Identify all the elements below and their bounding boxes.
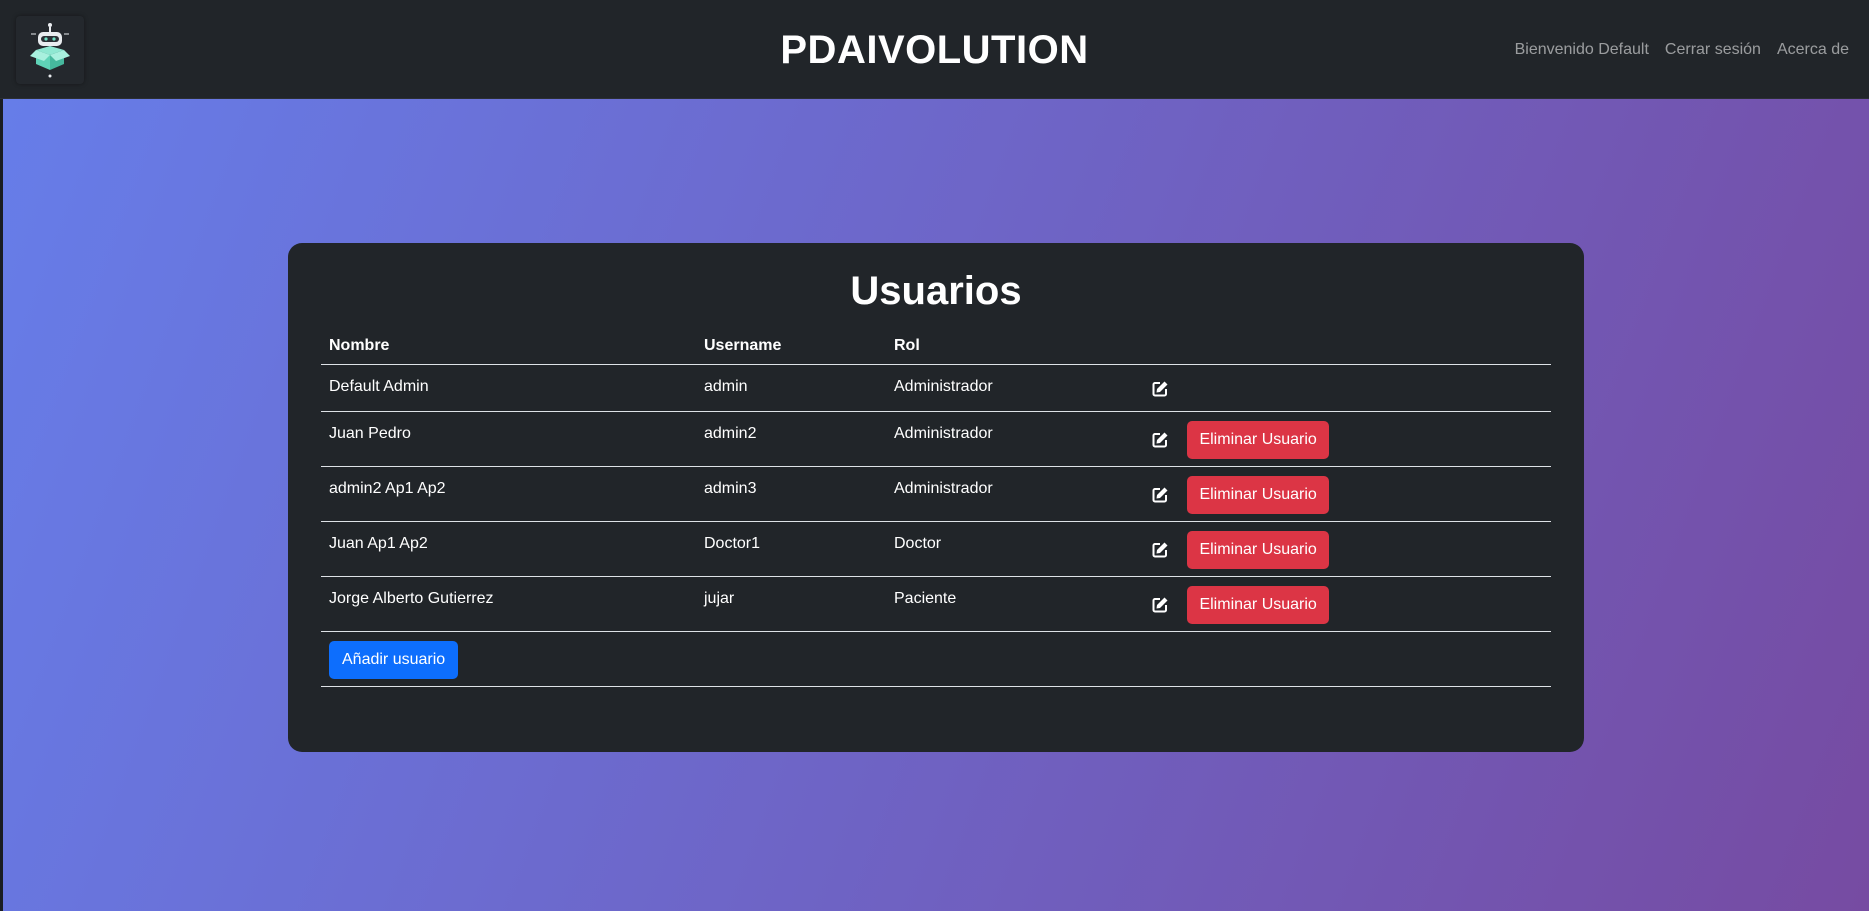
cell-rol: Administrador <box>886 466 1141 522</box>
cell-actions <box>1141 364 1551 412</box>
delete-user-button[interactable]: Eliminar Usuario <box>1187 420 1329 459</box>
column-header-rol: Rol <box>886 329 1141 365</box>
cell-nombre: admin2 Ap1 Ap2 <box>321 466 696 522</box>
edit-icon[interactable] <box>1151 486 1169 509</box>
cell-actions: Eliminar Usuario <box>1141 466 1551 522</box>
table-header: Nombre Username Rol <box>321 329 1551 365</box>
cell-actions: Eliminar Usuario <box>1141 411 1551 467</box>
cell-rol: Paciente <box>886 576 1141 632</box>
cell-nombre: Juan Ap1 Ap2 <box>321 521 696 577</box>
table-row: Default Admin admin Administrador <box>321 364 1551 412</box>
table-row: admin2 Ap1 Ap2 admin3 Administrador Elim… <box>321 466 1551 522</box>
edit-icon[interactable] <box>1151 431 1169 454</box>
nav-links: Bienvenido Default Cerrar sesión Acerca … <box>1515 41 1849 59</box>
cell-nombre: Default Admin <box>321 364 696 412</box>
column-header-nombre: Nombre <box>321 329 696 365</box>
cell-username: admin <box>696 364 886 412</box>
cell-actions: Eliminar Usuario <box>1141 521 1551 577</box>
cell-nombre: Jorge Alberto Gutierrez <box>321 576 696 632</box>
users-table: Nombre Username Rol Default Admin admin … <box>321 329 1551 687</box>
delete-user-button[interactable]: Eliminar Usuario <box>1187 585 1329 624</box>
cell-rol: Doctor <box>886 521 1141 577</box>
cell-username: admin2 <box>696 411 886 467</box>
cell-username: jujar <box>696 576 886 632</box>
logout-link[interactable]: Cerrar sesión <box>1665 41 1761 59</box>
table-row: Jorge Alberto Gutierrez jujar Paciente E… <box>321 576 1551 632</box>
add-user-button[interactable]: Añadir usuario <box>329 640 459 679</box>
cell-actions: Eliminar Usuario <box>1141 576 1551 632</box>
navbar: PDAIVOLUTION Bienvenido Default Cerrar s… <box>0 0 1869 99</box>
edit-icon[interactable] <box>1151 596 1169 619</box>
edit-icon[interactable] <box>1151 380 1169 403</box>
edit-icon[interactable] <box>1151 541 1169 564</box>
column-header-username: Username <box>696 329 886 365</box>
delete-user-button[interactable]: Eliminar Usuario <box>1187 475 1329 514</box>
page-title: Usuarios <box>850 269 1022 313</box>
delete-user-button[interactable]: Eliminar Usuario <box>1187 530 1329 569</box>
table-row: Juan Ap1 Ap2 Doctor1 Doctor Eliminar Usu… <box>321 521 1551 577</box>
column-header-actions <box>1141 329 1551 365</box>
cell-nombre: Juan Pedro <box>321 411 696 467</box>
about-link[interactable]: Acerca de <box>1777 41 1849 59</box>
welcome-link[interactable]: Bienvenido Default <box>1515 41 1649 59</box>
table-row: Juan Pedro admin2 Administrador Eliminar… <box>321 411 1551 467</box>
cell-rol: Administrador <box>886 411 1141 467</box>
cell-rol: Administrador <box>886 364 1141 412</box>
add-row: Añadir usuario <box>321 631 1551 687</box>
users-card: Usuarios Nombre Username Rol Default Adm… <box>288 243 1584 752</box>
window-frame <box>0 0 3 911</box>
cell-username: Doctor1 <box>696 521 886 577</box>
cell-username: admin3 <box>696 466 886 522</box>
add-cell: Añadir usuario <box>321 631 1551 687</box>
